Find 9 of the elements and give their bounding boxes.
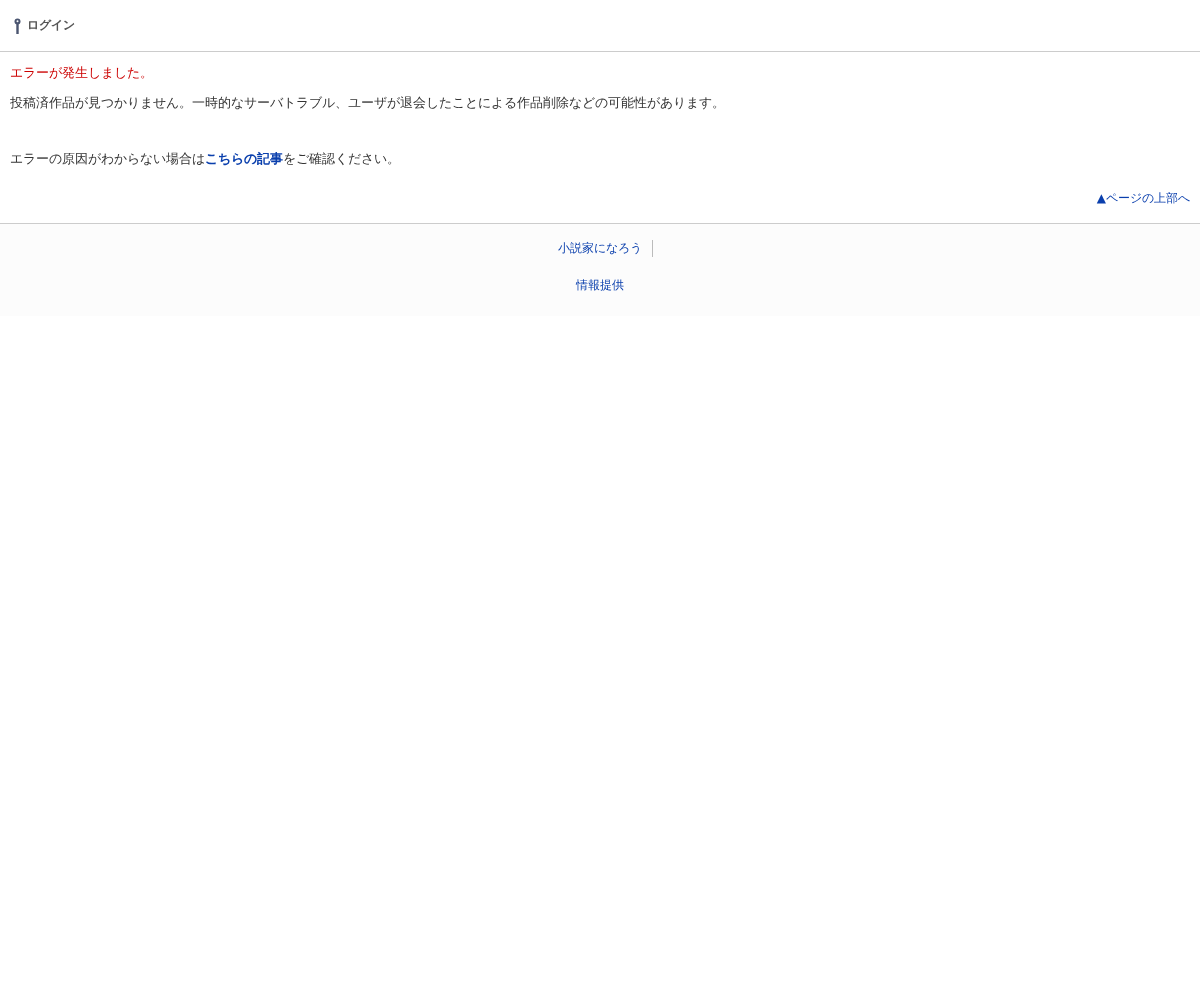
footer-link[interactable]: 小説家になろう [547,240,653,257]
article-link[interactable]: こちらの記事 [205,151,283,166]
error-message: 投稿済作品が見つかりません。一時的なサーバトラブル、ユーザが退会したことによる作品削除などの可能性があります。 [10,94,726,112]
login-link[interactable]: ログイン [14,17,75,34]
error-title: エラーが発生しました。 [10,64,154,82]
page-top-link[interactable]: ▲ページの上部へ [1096,190,1190,207]
info-link[interactable]: 情報提供 [576,277,624,294]
key-icon [14,17,21,34]
help-text: エラーの原因がわからない場合はこちらの記事をご確認ください。 [10,150,401,168]
